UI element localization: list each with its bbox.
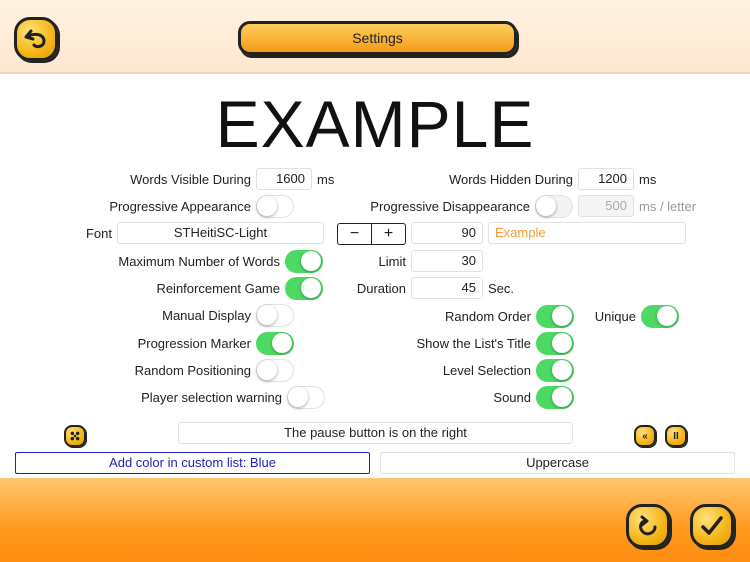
increase-button[interactable]: + — [371, 224, 405, 244]
words-hidden-label: Words Hidden During — [448, 172, 573, 187]
duration-label: Duration — [356, 281, 406, 296]
reinforcement-toggle[interactable] — [285, 277, 323, 300]
random-order-label: Random Order — [445, 309, 531, 324]
undo-arrow-icon — [24, 29, 46, 49]
limit-label: Limit — [378, 254, 406, 269]
back-button[interactable] — [14, 17, 58, 61]
page-title: Settings — [238, 21, 517, 55]
decrease-button[interactable]: − — [338, 224, 371, 244]
rewind-button[interactable]: « — [634, 425, 656, 447]
reset-button[interactable] — [626, 504, 670, 548]
show-title-label: Show the List's Title — [416, 336, 531, 351]
player-warning-toggle[interactable] — [287, 386, 325, 409]
duration-unit: Sec. — [488, 281, 515, 296]
progression-marker-label: Progression Marker — [137, 336, 251, 351]
words-visible-input[interactable]: 1600 — [256, 168, 312, 190]
player-warning-label: Player selection warning — [141, 390, 282, 405]
random-positioning-label: Random Positioning — [134, 363, 251, 378]
sound-toggle[interactable] — [536, 386, 574, 409]
reinforcement-label: Reinforcement Game — [156, 281, 280, 296]
progressive-disappearance-toggle[interactable] — [535, 195, 573, 218]
words-hidden-unit: ms — [639, 172, 657, 187]
sound-label: Sound — [493, 390, 531, 405]
progressive-disappearance-label: Progressive Disappearance — [370, 199, 530, 214]
checkmark-icon — [701, 516, 723, 535]
ms-per-letter-input[interactable]: 500 — [578, 195, 634, 217]
font-label: Font — [85, 226, 112, 241]
duration-input[interactable]: 45 — [411, 277, 483, 299]
progressive-appearance-toggle[interactable] — [256, 195, 294, 218]
unique-label: Unique — [594, 309, 636, 324]
uppercase-button[interactable]: Uppercase — [380, 452, 735, 474]
random-positioning-toggle[interactable] — [256, 359, 294, 382]
font-size-input[interactable]: 90 — [411, 222, 483, 244]
ms-per-letter-unit: ms / letter — [639, 199, 697, 214]
unique-toggle[interactable] — [641, 305, 679, 328]
confirm-button[interactable] — [690, 504, 734, 548]
words-visible-unit: ms — [317, 172, 335, 187]
manual-display-toggle[interactable] — [256, 304, 294, 327]
show-title-toggle[interactable] — [536, 332, 574, 355]
font-select[interactable]: STHeitiSC-Light — [117, 222, 324, 244]
words-hidden-input[interactable]: 1200 — [578, 168, 634, 190]
progressive-appearance-label: Progressive Appearance — [109, 199, 251, 214]
manual-display-label: Manual Display — [162, 308, 251, 323]
max-words-label: Maximum Number of Words — [118, 254, 280, 269]
pause-button[interactable]: II — [665, 425, 687, 447]
sample-text-field[interactable]: Example — [488, 222, 686, 244]
add-color-button[interactable]: Add color in custom list: Blue — [15, 452, 370, 474]
font-size-stepper[interactable]: − + — [337, 223, 406, 245]
progression-marker-toggle[interactable] — [256, 332, 294, 355]
palette-button[interactable] — [64, 425, 86, 447]
palette-icon — [70, 431, 80, 441]
pause-position-field[interactable]: The pause button is on the right — [178, 422, 573, 444]
example-preview: EXAMPLE — [215, 87, 535, 161]
random-order-toggle[interactable] — [536, 305, 574, 328]
redo-arrow-icon — [639, 515, 657, 536]
limit-input[interactable]: 30 — [411, 250, 483, 272]
max-words-toggle[interactable] — [285, 250, 323, 273]
level-selection-toggle[interactable] — [536, 359, 574, 382]
words-visible-label: Words Visible During — [130, 172, 251, 187]
level-selection-label: Level Selection — [442, 363, 531, 378]
